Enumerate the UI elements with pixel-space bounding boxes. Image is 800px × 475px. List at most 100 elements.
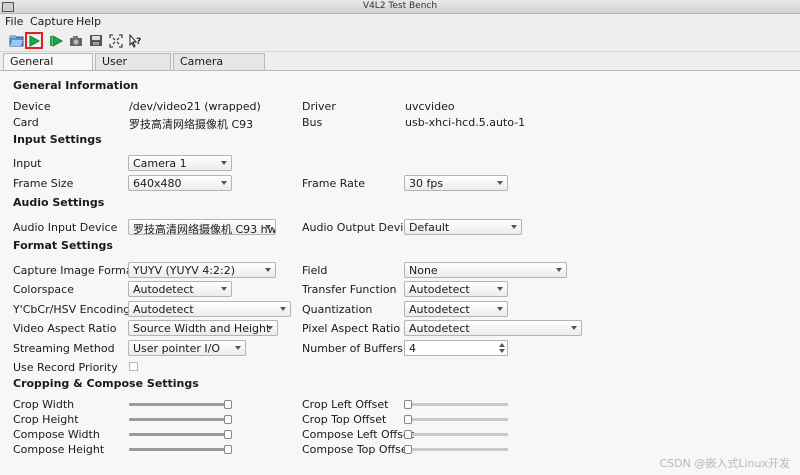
tab-camera-controls[interactable]: Camera Controls [173,53,265,81]
pixel-aspect-ratio-value: Autodetect [409,322,470,335]
svg-text:?: ? [136,37,141,47]
transfer-function-value: Autodetect [409,283,470,296]
chevron-down-icon [265,225,271,229]
capture-image-formats-select[interactable]: YUYV (YUYV 4:2:2) [128,262,276,278]
slider-fill [129,433,228,436]
fullscreen-icon[interactable] [107,32,125,49]
field-select[interactable]: None [404,262,567,278]
video-aspect-ratio-label: Video Aspect Ratio [13,322,117,335]
streaming-method-value: User pointer I/O [133,342,221,355]
frame-rate-label: Frame Rate [302,177,365,190]
crop-width-slider[interactable] [129,399,232,409]
play-icon[interactable] [25,32,43,49]
frame-size-label: Frame Size [13,177,74,190]
save-raw-icon[interactable] [87,32,105,49]
bus-label: Bus [302,116,323,129]
window-titlebar: V4L2 Test Bench [0,0,800,14]
ycbcr-encoding-value: Autodetect [133,303,194,316]
spin-up-icon[interactable] [499,343,505,347]
spin-down-icon[interactable] [499,349,505,353]
compose-width-label: Compose Width [13,428,100,441]
general-settings-panel: General Information Device /dev/video21 … [0,70,800,475]
audio-output-label: Audio Output Device [302,221,417,234]
compose-left-offset-label: Compose Left Offset [302,428,415,441]
tab-bar: General Settings User Controls Camera Co… [0,53,800,81]
slider-fill [129,418,228,421]
menubar: File Capture Help [0,14,800,30]
slider-fill [129,448,228,451]
input-select[interactable]: Camera 1 [128,155,232,171]
audio-output-select[interactable]: Default [404,219,522,235]
whats-this-icon[interactable]: ? [126,32,144,49]
slider-handle[interactable] [404,415,412,424]
audio-input-select[interactable]: 罗技高清网络摄像机 C93 hw [128,219,276,235]
transfer-function-select[interactable]: Autodetect [404,281,508,297]
format-settings-heading: Format Settings [13,239,113,252]
number-of-buffers-spinbox[interactable]: 4 [404,340,508,356]
chevron-down-icon [221,181,227,185]
open-icon[interactable] [8,32,26,49]
window-title: V4L2 Test Bench [362,1,438,11]
slider-handle[interactable] [224,430,232,439]
compose-height-slider[interactable] [129,444,232,454]
card-label: Card [13,116,39,129]
chevron-down-icon [497,181,503,185]
chevron-down-icon [267,326,273,330]
input-settings-heading: Input Settings [13,133,102,146]
device-label: Device [13,100,51,113]
crop-height-slider[interactable] [129,414,232,424]
slider-handle[interactable] [404,445,412,454]
compose-top-offset-slider[interactable] [404,444,508,454]
audio-input-value: 罗技高清网络摄像机 C93 hw [133,223,276,235]
quantization-select[interactable]: Autodetect [404,301,508,317]
crop-top-offset-label: Crop Top Offset [302,413,387,426]
driver-label: Driver [302,100,336,113]
compose-left-offset-slider[interactable] [404,429,508,439]
toolbar: ? [0,30,800,52]
audio-output-value: Default [409,221,450,234]
crop-top-offset-slider[interactable] [404,414,508,424]
slider-handle[interactable] [404,400,412,409]
slider-track [404,403,508,406]
use-record-priority-checkbox[interactable] [129,362,138,371]
play-fast-icon[interactable] [47,32,65,49]
slider-track [404,448,508,451]
chevron-down-icon [235,346,241,350]
chevron-down-icon [265,268,271,272]
menu-help[interactable]: Help [76,15,101,28]
slider-handle[interactable] [224,400,232,409]
pixel-aspect-ratio-select[interactable]: Autodetect [404,320,582,336]
number-of-buffers-value: 4 [409,342,416,355]
frame-rate-select[interactable]: 30 fps [404,175,508,191]
input-label: Input [13,157,42,170]
cropping-compose-heading: Cropping & Compose Settings [13,377,199,390]
frame-size-select[interactable]: 640x480 [128,175,232,191]
menu-file[interactable]: File [5,15,23,28]
tab-user-controls[interactable]: User Controls [95,53,171,81]
slider-track [404,433,508,436]
streaming-method-select[interactable]: User pointer I/O [128,340,246,356]
card-value: 罗技高清网络摄像机 C93 [129,118,254,131]
tab-general-settings[interactable]: General Settings [3,53,93,81]
ycbcr-encoding-label: Y'CbCr/HSV Encoding [13,303,131,316]
crop-left-offset-slider[interactable] [404,399,508,409]
video-aspect-ratio-select[interactable]: Source Width and Height [128,320,278,336]
pixel-aspect-ratio-label: Pixel Aspect Ratio [302,322,401,335]
menu-capture[interactable]: Capture [30,15,74,28]
slider-handle[interactable] [224,415,232,424]
audio-input-label: Audio Input Device [13,221,118,234]
colorspace-value: Autodetect [133,283,194,296]
chevron-down-icon [511,225,517,229]
device-value: /dev/video21 (wrapped) [129,100,261,113]
frame-rate-value: 30 fps [409,177,444,190]
slider-handle[interactable] [224,445,232,454]
colorspace-select[interactable]: Autodetect [128,281,232,297]
audio-settings-heading: Audio Settings [13,196,105,209]
snapshot-icon[interactable] [67,32,85,49]
slider-handle[interactable] [404,430,412,439]
chevron-down-icon [280,307,286,311]
frame-size-value: 640x480 [133,177,182,190]
compose-width-slider[interactable] [129,429,232,439]
bus-value: usb-xhci-hcd.5.auto-1 [405,116,526,129]
ycbcr-encoding-select[interactable]: Autodetect [128,301,291,317]
